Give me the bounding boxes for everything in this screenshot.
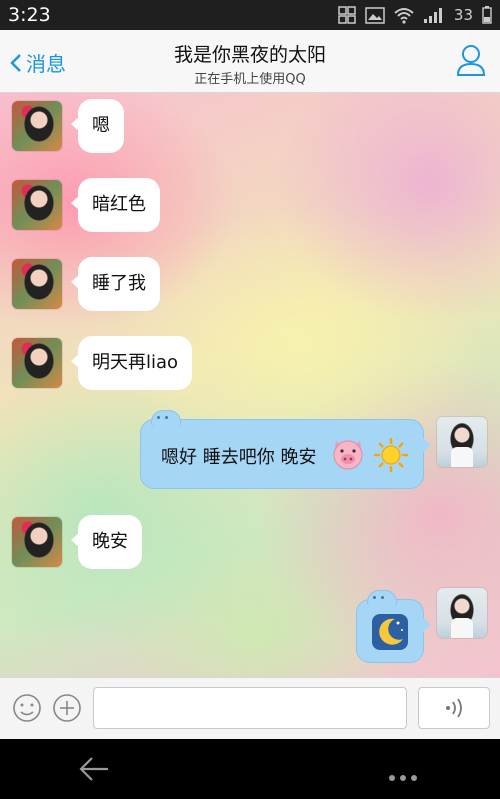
message-bubble-incoming[interactable]: 晚安: [71, 515, 142, 569]
bubble-decoration: [367, 590, 397, 607]
system-back-button[interactable]: [78, 755, 110, 787]
message-bubble-outgoing[interactable]: 嗯好 睡去吧你 晚安: [140, 410, 431, 489]
my-avatar[interactable]: [437, 588, 487, 638]
smiley-icon: [13, 694, 41, 722]
voice-button[interactable]: [418, 687, 490, 729]
more-dots-icon: [389, 775, 417, 781]
contact-avatar[interactable]: [12, 101, 62, 151]
sun-icon: [374, 438, 408, 472]
bubble-decoration: [151, 410, 181, 427]
message-input[interactable]: [93, 687, 407, 729]
contact-avatar[interactable]: [12, 517, 62, 567]
signal-icon: [423, 8, 442, 23]
contact-profile-button[interactable]: [456, 44, 486, 80]
wifi-icon: [394, 7, 414, 24]
battery-level: 33: [453, 6, 473, 24]
contact-name: 我是你黑夜的太阳: [173, 44, 326, 66]
battery-icon: [482, 6, 492, 24]
emoji-button[interactable]: [12, 693, 42, 727]
my-avatar[interactable]: [437, 417, 487, 467]
status-icons: 33: [338, 5, 492, 25]
pig-face-icon: [333, 440, 363, 470]
arrow-left-icon: [79, 757, 108, 781]
contact-status: 正在手机上使用QQ: [194, 72, 306, 87]
contact-avatar[interactable]: [12, 180, 62, 230]
input-bar: [0, 677, 500, 740]
contact-avatar[interactable]: [12, 259, 62, 309]
system-menu-button[interactable]: [388, 767, 418, 786]
status-time: 3:23: [8, 4, 51, 26]
plus-circle-icon: [53, 694, 81, 722]
message-bubble-outgoing[interactable]: [356, 590, 431, 663]
crescent-moon-icon: [372, 614, 408, 650]
status-bar: 3:23 33: [0, 0, 500, 30]
person-icon: [456, 45, 486, 76]
message-text: 嗯好 睡去吧你 晚安: [161, 447, 317, 468]
contact-avatar[interactable]: [12, 338, 62, 388]
voice-wave-icon: [446, 698, 462, 718]
message-bubble-incoming[interactable]: 睡了我: [71, 257, 160, 311]
chat-area[interactable]: 嗯 暗红色 睡了我 明天再liao 嗯好 睡去吧你 晚安 晚安: [0, 93, 500, 677]
message-bubble-incoming[interactable]: 明天再liao: [70, 336, 193, 390]
message-bubble-incoming[interactable]: 暗红色: [71, 178, 160, 232]
image-icon: [365, 6, 385, 24]
system-nav-bar: [0, 739, 500, 799]
more-button[interactable]: [52, 693, 82, 727]
message-bubble-incoming[interactable]: 嗯: [71, 99, 124, 153]
notification-icon: [338, 6, 356, 24]
chat-header: 消息 我是你黑夜的太阳 正在手机上使用QQ: [0, 30, 500, 93]
